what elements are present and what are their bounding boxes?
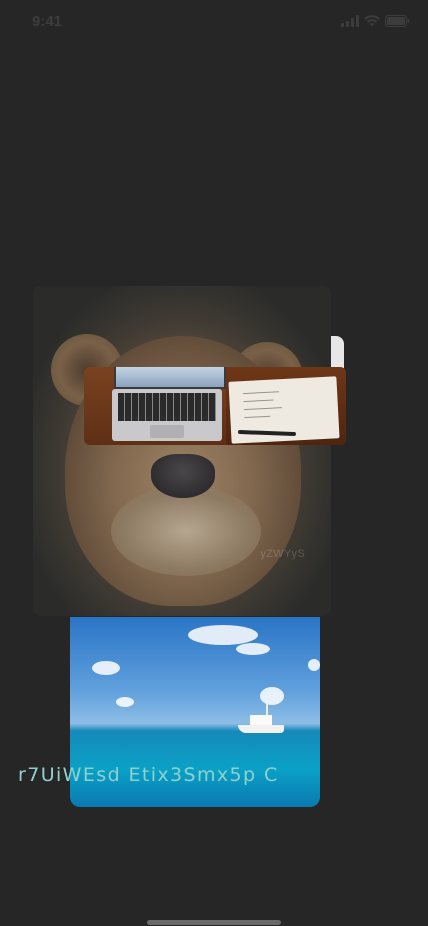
- lion-image[interactable]: yZWYyS: [33, 286, 331, 616]
- status-time: 9:41: [32, 13, 63, 30]
- caption-text: r7UiWEsd Etix3Smx5p C: [18, 764, 279, 786]
- workspace-image[interactable]: [84, 367, 346, 445]
- status-icons: [341, 15, 410, 27]
- cloud: [188, 625, 258, 645]
- notebook-photo: [226, 367, 346, 445]
- cellular-signal-icon: [341, 15, 359, 27]
- laptop-body: [112, 389, 222, 441]
- status-bar: 9:41: [0, 0, 428, 44]
- laptop-screen: [114, 367, 226, 389]
- boat-cabin: [250, 715, 272, 725]
- image-watermark: yZWYyS: [260, 548, 305, 560]
- battery-icon: [385, 15, 410, 27]
- lion-nose: [151, 454, 215, 498]
- side-tab[interactable]: [331, 336, 344, 368]
- lion-muzzle: [111, 486, 261, 576]
- home-indicator[interactable]: [147, 920, 281, 925]
- notebook-line: [243, 407, 282, 411]
- cloud: [308, 659, 320, 671]
- notebook-line: [243, 391, 280, 395]
- boat-hull: [238, 725, 284, 733]
- cloud: [116, 697, 134, 707]
- wifi-icon: [364, 15, 380, 27]
- laptop-trackpad: [150, 425, 184, 438]
- notebook-line: [244, 415, 271, 419]
- cloud: [92, 661, 120, 675]
- cloud: [260, 687, 284, 705]
- laptop-photo: [84, 367, 226, 445]
- cloud: [236, 643, 270, 655]
- laptop-keyboard: [118, 393, 216, 421]
- notebook-line: [243, 399, 274, 403]
